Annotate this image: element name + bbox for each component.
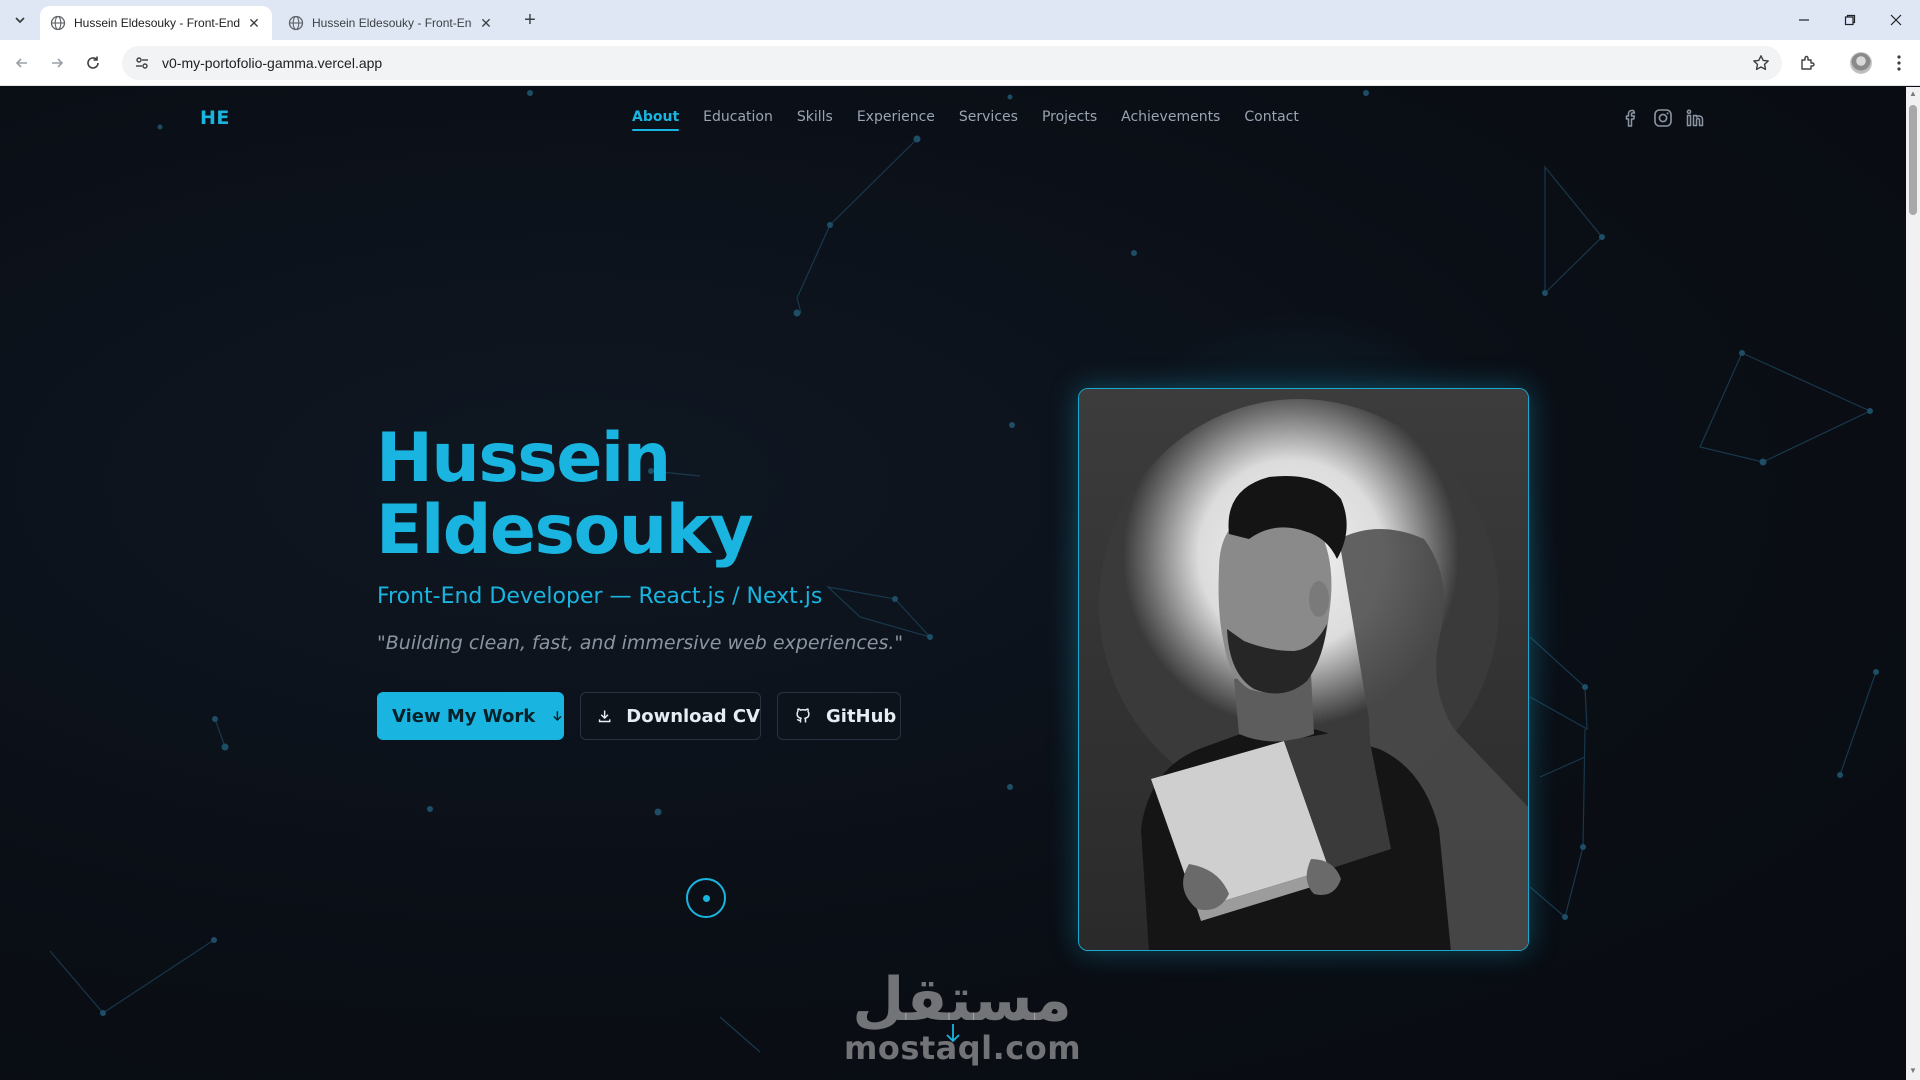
arrow-left-icon — [15, 58, 27, 68]
linkedin-icon[interactable] — [1684, 107, 1706, 129]
browser-tab[interactable]: Hussein Eldesouky - Front-End ✕ — [278, 6, 504, 40]
site-nav: About Education Skills Experience Servic… — [620, 107, 1311, 133]
window-close-button[interactable] — [1878, 6, 1914, 34]
close-icon[interactable]: ✕ — [246, 15, 262, 31]
restore-button[interactable] — [1832, 6, 1868, 34]
arrow-down-icon[interactable] — [944, 1022, 962, 1044]
github-label: GitHub — [826, 705, 897, 727]
nav-link-skills[interactable]: Skills — [785, 107, 845, 133]
profile-button[interactable] — [1848, 50, 1874, 76]
social-links — [1620, 107, 1706, 129]
browser-tabstrip: Hussein Eldesouky - Front-End ✕ Hussein … — [0, 0, 1920, 40]
view-my-work-button[interactable]: View My Work — [377, 692, 564, 740]
nav-link-education[interactable]: Education — [691, 107, 785, 133]
github-icon — [796, 708, 810, 723]
nav-link-about[interactable]: About — [620, 107, 691, 133]
nav-link-contact[interactable]: Contact — [1232, 107, 1310, 133]
close-icon — [1890, 14, 1902, 26]
instagram-icon[interactable] — [1652, 107, 1674, 129]
reload-button[interactable] — [80, 50, 106, 76]
minimize-button[interactable] — [1786, 6, 1822, 34]
globe-icon — [50, 15, 66, 31]
close-icon[interactable]: ✕ — [478, 15, 494, 31]
watermark-latin: mostaql.com — [844, 1029, 1082, 1067]
reload-icon — [87, 56, 99, 69]
tab-title: Hussein Eldesouky - Front-End — [312, 16, 472, 30]
hero-name-line2: Eldesouky — [376, 491, 754, 570]
bookmark-star-icon[interactable] — [1752, 54, 1770, 72]
download-cv-label: Download CV — [626, 705, 760, 727]
nav-link-projects[interactable]: Projects — [1030, 107, 1109, 133]
hero-tagline: "Building clean, fast, and immersive web… — [377, 632, 904, 654]
arrow-right-icon — [52, 58, 64, 68]
globe-icon — [288, 15, 304, 31]
avatar — [1850, 52, 1872, 74]
profile-photo — [1078, 388, 1529, 951]
site-logo[interactable]: HE — [200, 107, 230, 129]
forward-button[interactable] — [44, 50, 70, 76]
url-text: v0-my-portofolio-gamma.vercel.app — [162, 55, 383, 71]
download-icon — [598, 710, 611, 723]
nav-link-services[interactable]: Services — [947, 107, 1030, 133]
extensions-button[interactable] — [1795, 50, 1821, 76]
hero-name-line1: Hussein — [376, 419, 671, 498]
scroll-up-arrow[interactable]: ▲ — [1908, 89, 1918, 101]
puzzle-icon — [1801, 55, 1815, 70]
network-background — [49, 90, 1879, 1053]
page-scrollbar[interactable]: ▲ ▼ — [1906, 87, 1920, 1080]
download-cv-button[interactable]: Download CV — [580, 692, 761, 740]
scrollbar-thumb[interactable] — [1909, 105, 1917, 215]
browser-tab-active[interactable]: Hussein Eldesouky - Front-End ✕ — [40, 6, 272, 40]
chevron-down-icon — [15, 17, 25, 24]
browser-toolbar: v0-my-portofolio-gamma.vercel.app — [0, 40, 1920, 86]
arrow-down-icon — [553, 711, 562, 722]
facebook-icon[interactable] — [1620, 107, 1642, 129]
hero-name: Hussein Eldesouky — [376, 423, 754, 570]
scroll-indicator[interactable] — [686, 878, 726, 918]
address-bar[interactable]: v0-my-portofolio-gamma.vercel.app — [122, 46, 1782, 80]
watermark-arabic: مستقل — [852, 965, 1072, 1035]
nav-link-achievements[interactable]: Achievements — [1109, 107, 1232, 133]
tab-title: Hussein Eldesouky - Front-End — [74, 16, 240, 30]
new-tab-button[interactable]: + — [518, 8, 542, 32]
tab-search-button[interactable] — [8, 8, 32, 32]
minimize-icon — [1799, 19, 1809, 21]
portrait-illustration — [1079, 389, 1528, 950]
hero-subtitle: Front-End Developer — React.js / Next.js — [377, 584, 823, 609]
browser-menu-button[interactable] — [1886, 50, 1912, 76]
scroll-down-arrow[interactable]: ▼ — [1908, 1066, 1918, 1078]
github-button[interactable]: GitHub — [777, 692, 901, 740]
site-settings-icon[interactable] — [134, 55, 150, 71]
back-button[interactable] — [9, 50, 35, 76]
nav-link-experience[interactable]: Experience — [845, 107, 947, 133]
more-vertical-icon — [1897, 55, 1901, 71]
view-my-work-label: View My Work — [392, 705, 536, 727]
page-viewport: HE About Education Skills Experience Ser… — [0, 87, 1920, 1080]
restore-icon — [1844, 14, 1856, 26]
mostaql-watermark: مستقل mostaql.com — [844, 965, 1082, 1067]
